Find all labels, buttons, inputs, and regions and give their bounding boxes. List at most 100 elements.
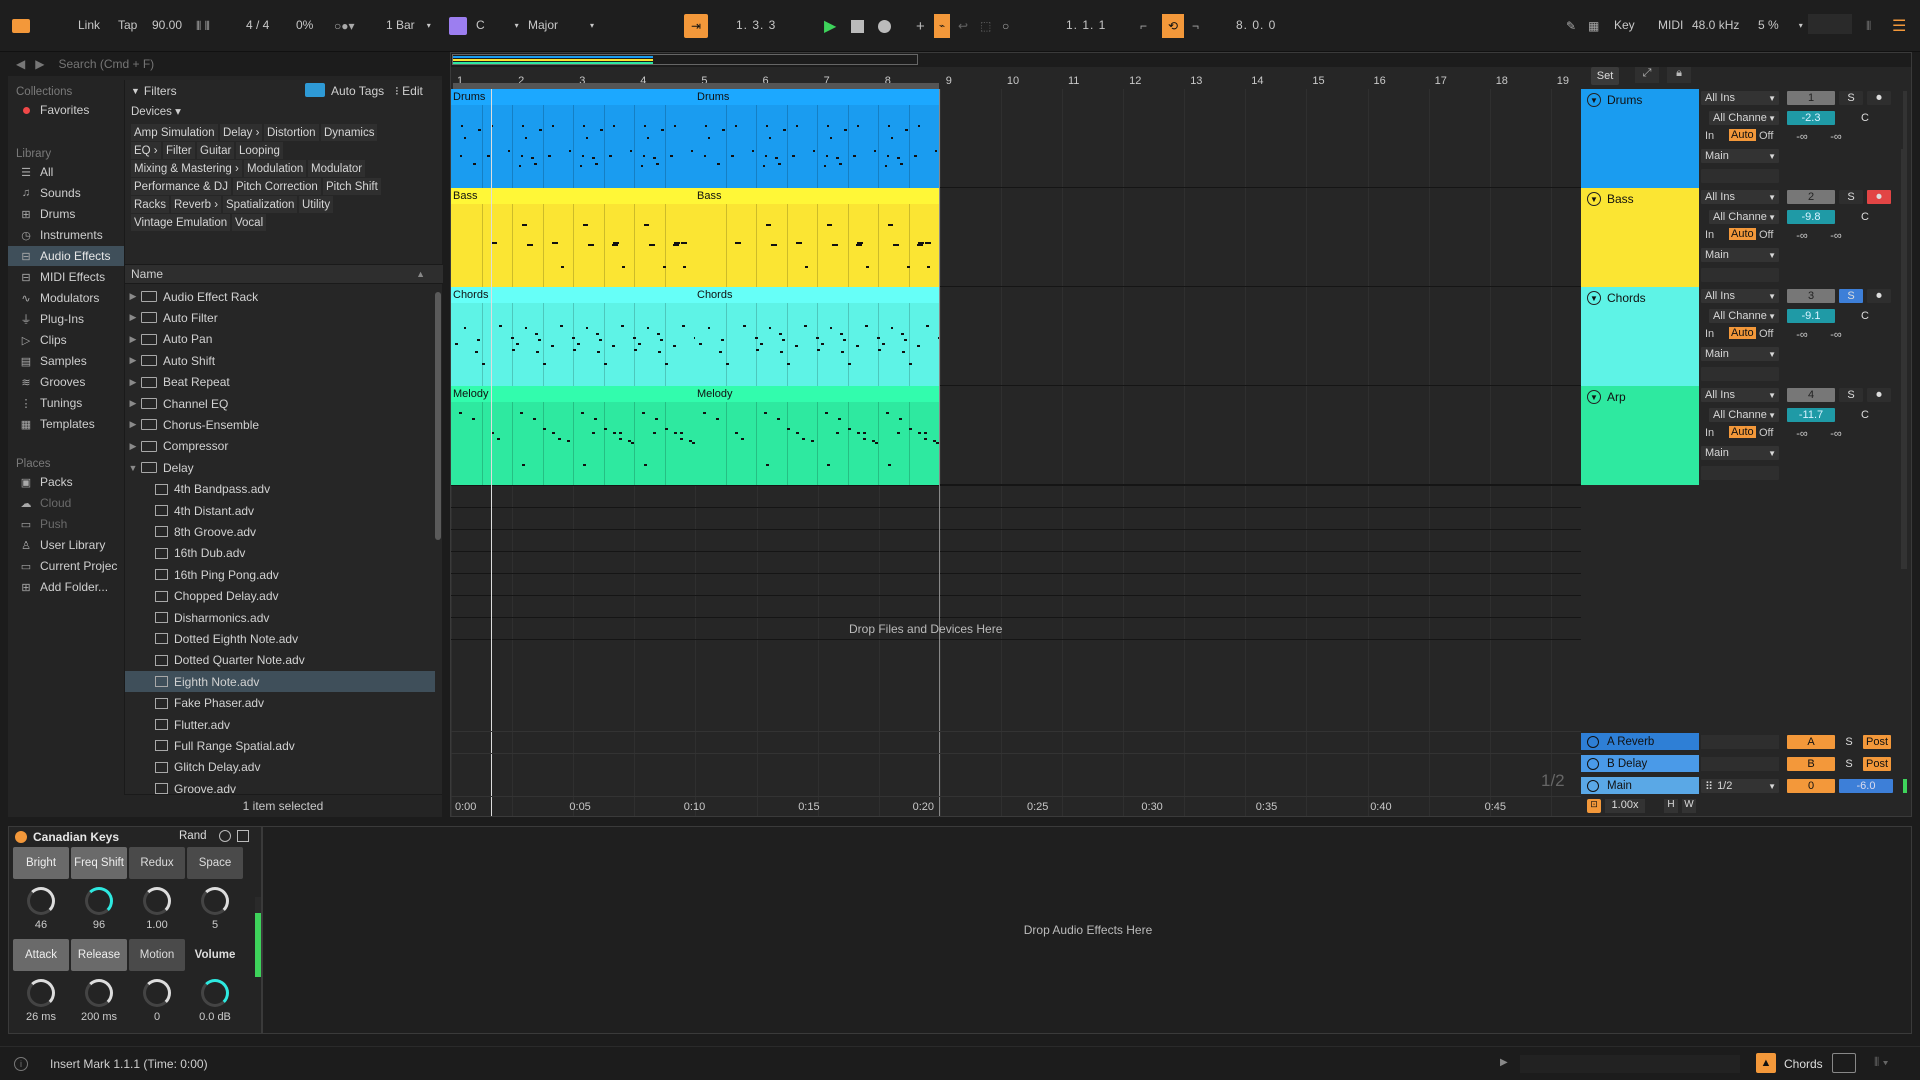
sidebar-item-plug-ins[interactable]: ⏚ Plug-Ins [8,309,124,329]
track-activator[interactable]: 3 [1787,289,1835,303]
tag-amp-simulation[interactable]: Amp Simulation [131,124,218,141]
monitor-auto-button[interactable]: Auto [1729,129,1756,141]
sidebar-item-current-project[interactable]: ▭ Current Projec [8,556,124,576]
folder-row[interactable]: ▶ Auto Shift [125,350,435,371]
edit-button[interactable]: ⁝ Edit [395,84,423,98]
midi-clip[interactable]: Bass [695,188,939,287]
return-lane[interactable] [451,731,1581,752]
macro-motion-button[interactable]: Motion [129,939,185,971]
sendA-field[interactable]: -∞ [1787,229,1817,243]
groove-percent-field[interactable]: 0% [290,14,319,36]
sidebar-item-packs[interactable]: ▣ Packs [8,472,124,492]
fold-icon[interactable] [1587,735,1599,748]
tag-performance-dj[interactable]: Performance & DJ [131,178,231,195]
volume-field[interactable]: -9.8 [1787,210,1835,224]
solo-button[interactable]: S [1839,289,1863,303]
rand-button[interactable]: Rand [179,830,207,842]
expanded-arrow-icon[interactable]: ▼ [125,463,141,473]
macro-knob[interactable] [27,887,55,915]
stop-icon[interactable] [851,14,864,38]
preset-row[interactable]: Eighth Note.adv [125,671,435,693]
filter-collapse-icon[interactable]: ▼ [131,86,140,96]
track-activator[interactable]: 1 [1787,91,1835,105]
macro-knob[interactable] [27,979,55,1007]
sendB-field[interactable]: -∞ [1821,328,1851,342]
key-map-button[interactable]: Key [1608,14,1641,36]
pan-field[interactable]: C [1839,210,1891,224]
back-to-arrangement-icon[interactable]: ↩ [958,14,968,38]
back-icon[interactable]: ◀ [16,57,25,71]
folder-row[interactable]: ▶ Audio Effect Rack [125,286,435,307]
return-lane[interactable] [451,753,1581,774]
solo-button[interactable]: S [1839,190,1863,204]
pan-field[interactable]: C [1839,309,1891,323]
return-output-menu[interactable] [1701,757,1779,771]
solo-button[interactable]: S [1839,91,1863,105]
cue-out-menu[interactable]: ⠿ 1/2 ▼ [1701,779,1779,793]
return-post-button[interactable]: Post [1863,735,1891,749]
preset-row[interactable]: Chopped Delay.adv [125,586,435,607]
collapsed-arrow-icon[interactable]: ▶ [125,398,141,409]
return-header[interactable]: B Delay [1581,755,1699,772]
folder-row[interactable]: ▶ Chorus-Ensemble [125,414,435,435]
midi-clip[interactable]: Drums [451,89,695,188]
sidebar-item-all[interactable]: ☰ All [8,162,124,182]
sendB-field[interactable]: -∞ [1821,229,1851,243]
output-channel-menu[interactable] [1701,466,1779,480]
pan-field[interactable]: C [1839,408,1891,422]
macro-space-button[interactable]: Space [187,847,243,879]
output-channel-menu[interactable] [1701,268,1779,282]
bar-number[interactable]: 13 [1190,75,1202,87]
macro-knob[interactable] [85,887,113,915]
tag-vintage-emulation[interactable]: Vintage Emulation [131,214,231,231]
automation-arm-icon[interactable]: ⌁ [934,14,950,38]
collapsed-arrow-icon[interactable]: ▶ [125,419,141,430]
key-root-menu[interactable]: C ▾ [470,14,525,36]
volume-field[interactable]: -9.1 [1787,309,1835,323]
sidebar-item-user-library[interactable]: ♙ User Library [8,535,124,555]
loop-start-display[interactable]: 1. 1. 1 [1060,14,1112,36]
view-toggle-icon[interactable] [12,14,30,38]
sidebar-item-midi-effects[interactable]: ⊟ MIDI Effects [8,267,124,287]
input-channel-menu[interactable]: All Channe ▼ [1709,210,1779,224]
output-menu[interactable]: Main ▼ [1701,149,1779,163]
sidebar-item-samples[interactable]: ▤ Samples [8,351,124,371]
preset-row[interactable]: 16th Ping Pong.adv [125,564,435,585]
record-mode-icon[interactable]: ○●▾ [334,14,355,38]
record-icon[interactable] [878,14,891,38]
menu-icon[interactable]: ☰ [1892,14,1906,38]
sidebar-item-audio-effects[interactable]: ⊟ Audio Effects [8,246,124,266]
fold-icon[interactable]: ▼ [1587,93,1601,107]
collapsed-arrow-icon[interactable]: ▶ [125,291,141,302]
track-lane-arp[interactable]: Melody Melody [451,386,1581,485]
metronome-icon[interactable]: ⦀ ⦀ [196,14,210,38]
sidebar-item-clips[interactable]: ▷ Clips [8,330,124,350]
preset-row[interactable]: 8th Groove.adv [125,521,435,542]
preset-row[interactable]: Full Range Spatial.adv [125,735,435,756]
midi-clip-view-icon[interactable] [1832,1053,1856,1073]
punch-in-icon[interactable]: ⌐ [1140,14,1147,38]
session-record-icon[interactable]: ○ [1002,14,1009,38]
arm-record-icon[interactable]: ⏺ [1867,91,1891,105]
track-lane-drums[interactable]: Drums Drums [451,89,1581,188]
lock-icon[interactable]: 🔒︎ [1667,67,1691,83]
return-activator[interactable]: B [1787,757,1835,771]
zoom-icon[interactable]: ⊡ [1587,799,1601,813]
solo-button[interactable]: S [1839,388,1863,402]
save-preset-icon[interactable] [237,830,249,842]
keyboard-icon[interactable]: ▦ [1588,14,1599,38]
variation-icon[interactable] [219,830,231,842]
preset-row[interactable]: Glitch Delay.adv [125,757,435,778]
fold-icon[interactable]: ▼ [1587,291,1601,305]
sidebar-item-templates[interactable]: ▦ Templates [8,414,124,434]
sidebar-item-add-folder[interactable]: ⊞ Add Folder... [8,577,124,597]
volume-field[interactable]: -2.3 [1787,111,1835,125]
tag-pitch-shift[interactable]: Pitch Shift [323,178,381,195]
return-solo-button[interactable]: S [1841,757,1857,771]
midi-clip[interactable]: Drums [695,89,939,188]
sendA-field[interactable]: -∞ [1787,427,1817,441]
preset-row[interactable]: Fake Phaser.adv [125,693,435,714]
scale-menu[interactable]: Major ▾ [522,14,600,36]
position-display[interactable]: 1. 3. 3 [730,14,782,36]
monitor-off-button[interactable]: Off [1759,229,1773,241]
